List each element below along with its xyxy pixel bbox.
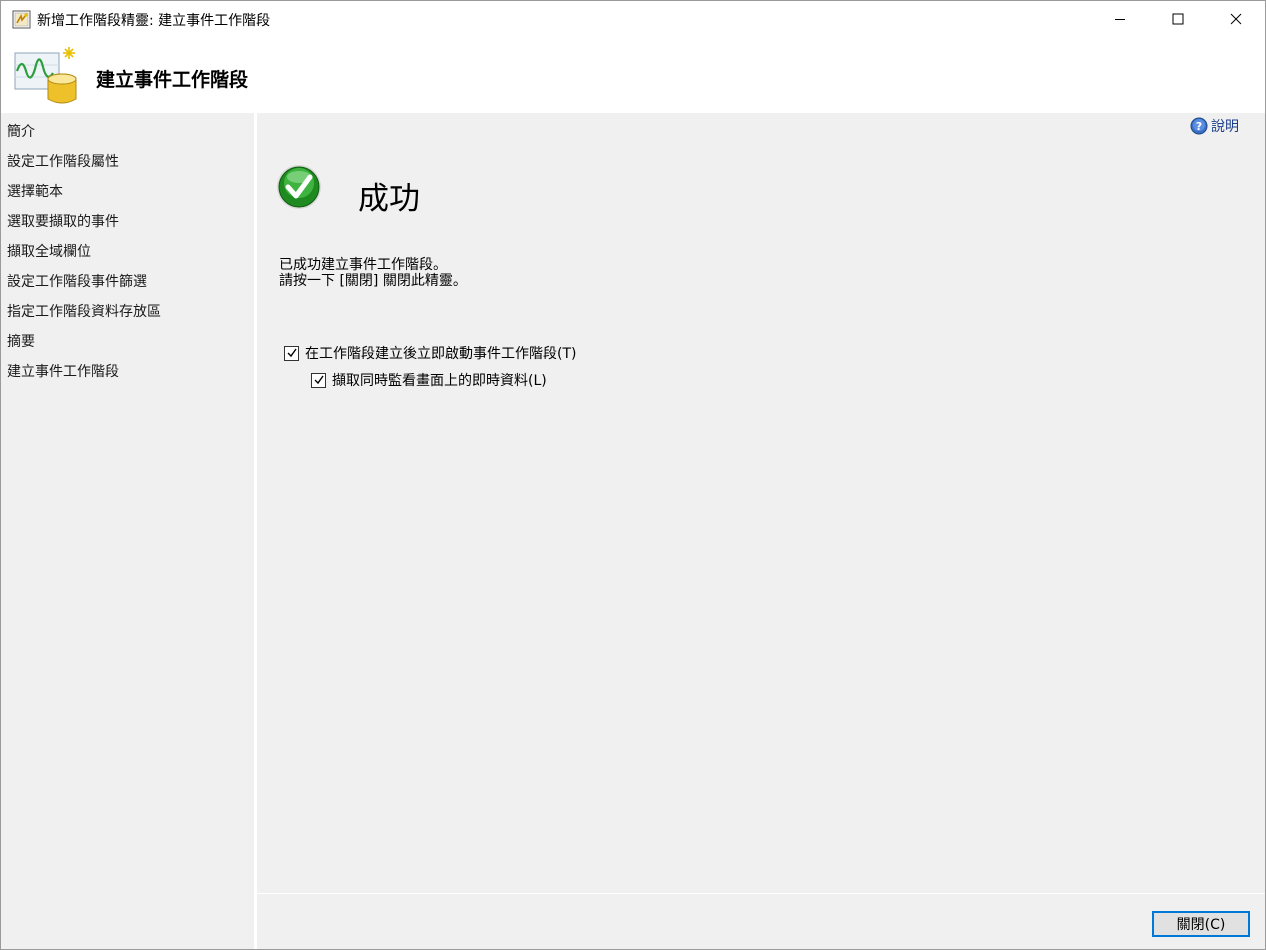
svg-text:?: ? <box>1196 120 1202 133</box>
sidebar-item-session-properties[interactable]: 設定工作階段屬性 <box>7 151 119 171</box>
maximize-button[interactable] <box>1149 1 1207 37</box>
event-session-chart-database-icon <box>14 47 77 104</box>
sidebar-item-global-fields[interactable]: 擷取全域欄位 <box>7 241 91 261</box>
start-session-option[interactable]: 在工作階段建立後立即啟動事件工作階段(T) <box>284 343 576 363</box>
sidebar-item-introduction[interactable]: 簡介 <box>7 121 35 141</box>
sidebar-item-event-filters[interactable]: 設定工作階段事件篩選 <box>7 271 147 291</box>
title-bar: 新增工作階段精靈: 建立事件工作階段 <box>1 1 1265 37</box>
wizard-window: 新增工作階段精靈: 建立事件工作階段 建立事件工作階段 簡介 設定工作階段屬性 … <box>0 0 1266 950</box>
window-title: 新增工作階段精靈: 建立事件工作階段 <box>37 13 271 29</box>
wizard-footer: 關閉(C) <box>257 894 1265 949</box>
watch-live-data-label: 擷取同時監看畫面上的即時資料(L) <box>332 373 547 389</box>
checkmark-icon <box>314 375 324 385</box>
checkmark-success-icon <box>277 165 321 209</box>
status-title: 成功 <box>358 181 420 217</box>
wizard-icon <box>12 10 31 29</box>
watch-live-data-option[interactable]: 擷取同時監看畫面上的即時資料(L) <box>311 370 547 390</box>
start-session-checkbox[interactable] <box>284 345 299 361</box>
close-icon <box>1230 13 1242 25</box>
success-message: 已成功建立事件工作階段。 <box>279 257 447 273</box>
close-window-button[interactable] <box>1207 1 1265 37</box>
checkmark-icon <box>287 348 297 358</box>
help-link[interactable]: ? 說明 <box>1190 116 1239 136</box>
header-title: 建立事件工作階段 <box>96 69 249 91</box>
sidebar-item-choose-template[interactable]: 選擇範本 <box>7 181 63 201</box>
start-session-label: 在工作階段建立後立即啟動事件工作階段(T) <box>305 346 577 362</box>
sidebar-item-data-storage[interactable]: 指定工作階段資料存放區 <box>7 301 161 321</box>
minimize-button[interactable] <box>1091 1 1149 37</box>
help-label: 說明 <box>1211 119 1239 135</box>
minimize-icon <box>1115 19 1125 20</box>
sidebar-item-summary[interactable]: 摘要 <box>7 331 35 351</box>
sidebar-item-select-events[interactable]: 選取要擷取的事件 <box>7 211 119 231</box>
close-button[interactable]: 關閉(C) <box>1152 911 1250 937</box>
help-question-icon: ? <box>1190 117 1208 135</box>
main-content: ? 說明 成功 已成功建立事件工作階段。 請按一下 [關閉] 關閉此精靈。 在工… <box>257 113 1265 893</box>
wizard-header: 建立事件工作階段 <box>1 37 1265 113</box>
close-instruction: 請按一下 [關閉] 關閉此精靈。 <box>279 273 467 289</box>
sidebar-item-create-session[interactable]: 建立事件工作階段 <box>7 361 119 381</box>
maximize-icon <box>1172 13 1184 25</box>
watch-live-data-checkbox[interactable] <box>311 372 326 388</box>
wizard-sidebar: 簡介 設定工作階段屬性 選擇範本 選取要擷取的事件 擷取全域欄位 設定工作階段事… <box>1 113 254 949</box>
